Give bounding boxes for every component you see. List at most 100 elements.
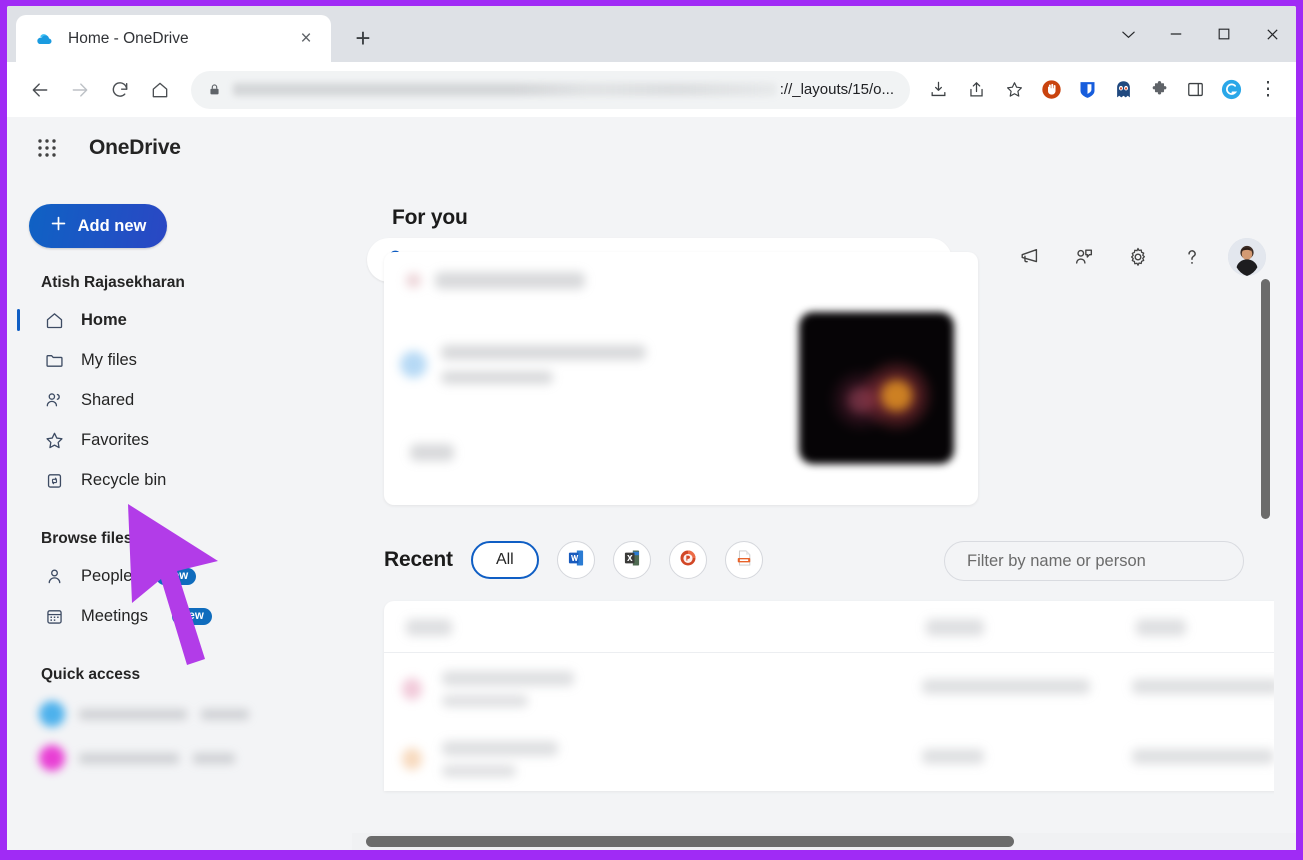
filter-chip-powerpoint[interactable]: [668, 541, 707, 579]
ghostery-icon[interactable]: [1106, 73, 1140, 107]
card-header-redacted: [406, 272, 585, 289]
for-you-title: For you: [392, 206, 468, 229]
for-you-card[interactable]: [384, 252, 978, 505]
card-icon: [406, 273, 421, 288]
app-brand-title: OneDrive: [89, 136, 181, 159]
word-icon: [566, 548, 586, 573]
add-new-label: Add new: [77, 216, 147, 235]
sidebar-item-home[interactable]: Home: [17, 300, 328, 340]
home-icon[interactable]: [141, 71, 179, 109]
close-window-icon[interactable]: [1248, 11, 1296, 57]
main-content: For you Recent All Filter by name or per…: [352, 179, 1274, 850]
url-suffix: ://_layouts/15/o...: [779, 81, 894, 98]
quick-access-label-redacted: [79, 708, 187, 720]
horizontal-scrollbar-thumb[interactable]: [366, 836, 1014, 847]
recent-title: Recent: [384, 548, 453, 571]
plus-icon: [50, 215, 67, 237]
sidebar-item-label: Meetings: [81, 606, 148, 625]
recent-toolbar: Recent All Filter by name or person: [352, 541, 1274, 581]
sidebar-item-label: My files: [81, 350, 137, 369]
sidebar-item-shared[interactable]: Shared: [25, 380, 328, 420]
annotation-frame: Home - OneDrive × +://_layouts/15/o... …: [0, 0, 1303, 860]
table-cell-redacted: [1132, 679, 1274, 699]
quick-access-item[interactable]: [25, 736, 338, 780]
address-bar[interactable]: ://_layouts/15/o...: [191, 70, 910, 109]
sidebar-item-label: People: [81, 566, 133, 585]
filter-chip-word[interactable]: [556, 541, 595, 579]
bitwarden-shield-icon[interactable]: [1070, 73, 1104, 107]
card-thumbnail[interactable]: [799, 312, 954, 464]
filter-input[interactable]: Filter by name or person: [944, 541, 1244, 581]
onedrive-cloud-icon: [34, 29, 54, 49]
close-icon[interactable]: ×: [293, 26, 319, 52]
sidebar-item-my-files[interactable]: My files: [25, 340, 328, 380]
sidebar-item-label: Home: [81, 310, 127, 329]
account-name: Atish Rajasekharan: [41, 274, 185, 291]
quick-access-meta-redacted: [201, 708, 249, 720]
vertical-scrollbar[interactable]: [1261, 279, 1270, 519]
new-tab-button[interactable]: +: [343, 18, 383, 58]
filter-chip-all[interactable]: All: [470, 541, 539, 579]
browser-tab[interactable]: Home - OneDrive ×: [16, 15, 331, 62]
sidebar-item-people[interactable]: People New: [25, 556, 328, 596]
table-header-redacted: [926, 619, 984, 641]
browser-tab-strip: Home - OneDrive × +: [7, 6, 1296, 62]
browser-window: Home - OneDrive × +://_layouts/15/o... …: [7, 6, 1296, 850]
table-row[interactable]: [402, 671, 575, 707]
site-icon: [39, 745, 65, 771]
star-icon: [43, 429, 65, 451]
pdf-icon: [734, 548, 754, 573]
recent-files-table[interactable]: [384, 601, 1274, 791]
file-icon: [400, 351, 427, 378]
filter-chip-excel[interactable]: [612, 541, 651, 579]
site-icon: [39, 701, 65, 727]
quick-access-heading: Quick access: [41, 666, 141, 683]
side-panel-icon[interactable]: [1178, 73, 1212, 107]
horizontal-scrollbar-track[interactable]: [352, 833, 1296, 850]
download-icon[interactable]: [920, 72, 956, 108]
bookmark-star-icon[interactable]: [996, 72, 1032, 108]
folder-icon: [43, 349, 65, 371]
grammarly-icon[interactable]: [1214, 73, 1248, 107]
sidebar: Add new Atish Rajasekharan Home My files: [7, 179, 352, 850]
new-badge: New: [156, 567, 197, 585]
people-icon: [43, 389, 65, 411]
table-cell-redacted: [922, 679, 1090, 699]
card-title-redacted: [435, 272, 585, 289]
table-header-redacted: [406, 619, 452, 641]
forward-icon[interactable]: [61, 71, 99, 109]
reload-icon[interactable]: [101, 71, 139, 109]
maximize-icon[interactable]: [1200, 11, 1248, 57]
browser-toolbar: ://_layouts/15/o... ⋮: [7, 62, 1296, 117]
add-new-button[interactable]: Add new: [29, 204, 167, 248]
table-row[interactable]: [402, 741, 559, 777]
ublock-origin-icon[interactable]: [1034, 73, 1068, 107]
card-button-redacted: [410, 444, 454, 461]
quick-access-meta-redacted: [193, 752, 235, 764]
quick-access-label-redacted: [79, 752, 179, 764]
sidebar-item-meetings[interactable]: Meetings New: [25, 596, 328, 636]
new-badge: New: [171, 607, 212, 625]
sidebar-item-label: Favorites: [81, 430, 149, 449]
extensions-puzzle-icon[interactable]: [1142, 73, 1176, 107]
sidebar-item-favorites[interactable]: Favorites: [25, 420, 328, 460]
card-action-redacted[interactable]: [410, 444, 454, 461]
excel-icon: [622, 548, 642, 573]
app-header: OneDrive: [7, 117, 1296, 179]
minimize-icon[interactable]: [1152, 11, 1200, 57]
filter-placeholder: Filter by name or person: [967, 551, 1146, 570]
browse-files-by-heading: Browse files by: [41, 530, 155, 547]
browser-menu-icon[interactable]: ⋮: [1250, 72, 1286, 108]
app-launcher-icon[interactable]: [27, 128, 67, 168]
quick-access-item[interactable]: [25, 692, 338, 736]
share-icon[interactable]: [958, 72, 994, 108]
table-cell-redacted: [1132, 749, 1274, 769]
sidebar-item-recycle-bin[interactable]: Recycle bin: [25, 460, 328, 500]
card-text-block-redacted: [441, 345, 646, 384]
chevron-down-icon[interactable]: [1104, 11, 1152, 57]
tab-title: Home - OneDrive: [68, 29, 189, 47]
filter-chip-pdf[interactable]: [724, 541, 763, 579]
back-icon[interactable]: [21, 71, 59, 109]
lock-icon: [205, 83, 223, 96]
table-cell-redacted: [922, 749, 984, 769]
